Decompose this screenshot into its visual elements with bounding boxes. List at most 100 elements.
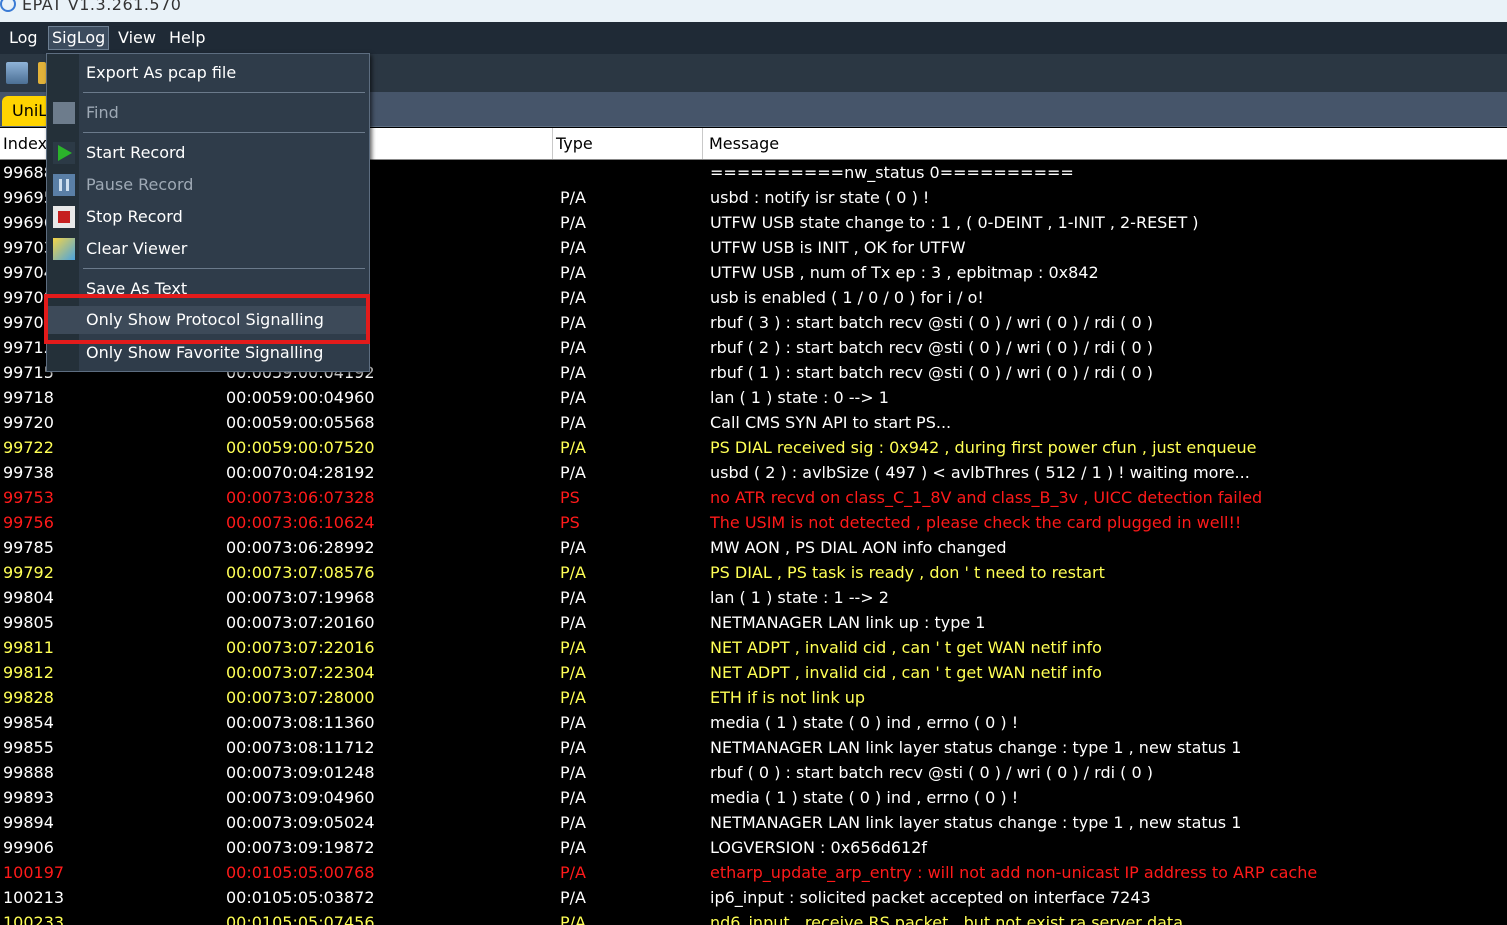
table-row[interactable]: 100233 00:0105:05:07456 P/A nd6_input , rec… <box>0 910 1507 925</box>
cell-message: UTFW USB , num of Tx ep : 3 , epbitmap :… <box>710 263 1099 282</box>
menu-item-clear-viewer[interactable]: Clear Viewer <box>47 235 369 263</box>
cell-message: NET ADPT , invalid cid , can ' t get WAN… <box>710 663 1102 682</box>
cell-type: P/A <box>560 563 586 582</box>
menu-item-export-pcap[interactable]: Export As pcap file <box>47 59 369 87</box>
cell-type: P/A <box>560 588 586 607</box>
cell-message: NETMANAGER LAN link layer status change … <box>710 738 1242 757</box>
cell-time: 00:0073:08:11360 <box>226 713 375 732</box>
menu-item-label: Clear Viewer <box>86 239 188 258</box>
table-row[interactable]: 99894 00:0073:09:05024 P/A NETMANAGER LAN l… <box>0 810 1507 835</box>
menu-view[interactable]: View <box>115 27 159 49</box>
cell-type: PS <box>560 488 580 507</box>
cell-type: P/A <box>560 438 586 457</box>
cell-message: rbuf ( 0 ) : start batch recv @sti ( 0 )… <box>710 763 1153 782</box>
menu-item-find[interactable]: Find <box>47 99 369 127</box>
cell-message: usb is enabled ( 1 / 0 / 0 ) for i / o! <box>710 288 984 307</box>
table-row[interactable]: 99828 00:0073:07:28000 P/A ETH if is not li… <box>0 685 1507 710</box>
table-row[interactable]: 99722 00:0059:00:07520 P/A PS DIAL received… <box>0 435 1507 460</box>
table-row[interactable]: 100213 00:0105:05:03872 P/A ip6_input : sol… <box>0 885 1507 910</box>
cell-message: ==========nw_status 0========== <box>710 163 1074 182</box>
cell-type: P/A <box>560 313 586 332</box>
cell-type: P/A <box>560 838 586 857</box>
table-row[interactable]: 99805 00:0073:07:20160 P/A NETMANAGER LAN l… <box>0 610 1507 635</box>
cell-time: 00:0105:05:03872 <box>226 888 375 907</box>
table-row[interactable]: 99804 00:0073:07:19968 P/A lan ( 1 ) state … <box>0 585 1507 610</box>
cell-message: no ATR recvd on class_C_1_8V and class_B… <box>710 488 1263 507</box>
play-icon <box>53 142 75 164</box>
menu-item-label: Find <box>86 103 119 122</box>
cell-index: 99722 <box>3 438 54 457</box>
table-row[interactable]: 99855 00:0073:08:11712 P/A NETMANAGER LAN l… <box>0 735 1507 760</box>
cell-type: P/A <box>560 188 586 207</box>
menu-item-label: Stop Record <box>86 207 183 226</box>
table-row[interactable]: 99756 00:0073:06:10624 PS The USIM is not d… <box>0 510 1507 535</box>
menu-siglog[interactable]: SigLog <box>48 26 110 50</box>
menu-separator <box>83 268 365 269</box>
table-row[interactable]: 99738 00:0070:04:28192 P/A usbd ( 2 ) : avl… <box>0 460 1507 485</box>
cell-time: 00:0073:07:28000 <box>226 688 375 707</box>
cell-index: 99756 <box>3 513 54 532</box>
table-row[interactable]: 99753 00:0073:06:07328 PS no ATR recvd on c… <box>0 485 1507 510</box>
cell-message: rbuf ( 1 ) : start batch recv @sti ( 0 )… <box>710 363 1153 382</box>
menu-log[interactable]: Log <box>6 27 41 49</box>
table-row[interactable]: 99906 00:0073:09:19872 P/A LOGVERSION : 0x6… <box>0 835 1507 860</box>
cell-index: 99906 <box>3 838 54 857</box>
cell-message: ETH if is not link up <box>710 688 865 707</box>
cell-message: rbuf ( 2 ) : start batch recv @sti ( 0 )… <box>710 338 1153 357</box>
table-row[interactable]: 99888 00:0073:09:01248 P/A rbuf ( 0 ) : sta… <box>0 760 1507 785</box>
menu-item-stop-record[interactable]: Stop Record <box>47 203 369 231</box>
eraser-icon <box>53 238 75 260</box>
table-row[interactable]: 99893 00:0073:09:04960 P/A media ( 1 ) stat… <box>0 785 1507 810</box>
table-row[interactable]: 99812 00:0073:07:22304 P/A NET ADPT , inval… <box>0 660 1507 685</box>
cell-type: P/A <box>560 713 586 732</box>
cell-message: lan ( 1 ) state : 1 --> 2 <box>710 588 889 607</box>
column-type[interactable]: Type <box>553 128 703 159</box>
window-title: EPAT V1.3.261.570 <box>22 0 182 14</box>
menu-item-pause-record[interactable]: Pause Record <box>47 171 369 199</box>
cell-type: P/A <box>560 688 586 707</box>
cell-index: 99893 <box>3 788 54 807</box>
cell-type: P/A <box>560 238 586 257</box>
menu-help[interactable]: Help <box>166 27 208 49</box>
cell-index: 100233 <box>3 913 65 925</box>
menu-item-start-record[interactable]: Start Record <box>47 139 369 167</box>
cell-message: UTFW USB state change to : 1 , ( 0-DEINT… <box>710 213 1199 232</box>
cell-type: P/A <box>560 763 586 782</box>
cell-index: 99738 <box>3 463 54 482</box>
cell-index: 99854 <box>3 713 54 732</box>
cell-type: P/A <box>560 263 586 282</box>
cell-type: P/A <box>560 288 586 307</box>
cell-time: 00:0073:07:08576 <box>226 563 375 582</box>
column-message[interactable]: Message <box>703 128 1507 159</box>
cell-time: 00:0073:06:07328 <box>226 488 375 507</box>
cell-type: P/A <box>560 738 586 757</box>
table-row[interactable]: 99792 00:0073:07:08576 P/A PS DIAL , PS tas… <box>0 560 1507 585</box>
cell-message: NET ADPT , invalid cid , can ' t get WAN… <box>710 638 1102 657</box>
table-row[interactable]: 99811 00:0073:07:22016 P/A NET ADPT , inval… <box>0 635 1507 660</box>
stop-icon <box>53 206 75 228</box>
cell-message: The USIM is not detected , please check … <box>710 513 1242 532</box>
table-row[interactable]: 100197 00:0105:05:00768 P/A etharp_update_a… <box>0 860 1507 885</box>
cell-type: PS <box>560 513 580 532</box>
folder-icon[interactable] <box>38 62 46 84</box>
cell-index: 99720 <box>3 413 54 432</box>
menu-item-save-as-text[interactable]: Save As Text <box>47 275 369 295</box>
cell-message: LOGVERSION : 0x656d612f <box>710 838 928 857</box>
cell-index: 99894 <box>3 813 54 832</box>
cell-message: PS DIAL , PS task is ready , don ' t nee… <box>710 563 1105 582</box>
title-bar: EPAT V1.3.261.570 <box>0 0 1507 22</box>
table-row[interactable]: 99720 00:0059:00:05568 P/A Call CMS SYN API… <box>0 410 1507 435</box>
cell-time: 00:0073:06:28992 <box>226 538 375 557</box>
cell-message: ip6_input : solicited packet accepted on… <box>710 888 1151 907</box>
highlight-box <box>44 294 370 344</box>
table-row[interactable]: 99785 00:0073:06:28992 P/A MW AON , PS DIAL… <box>0 535 1507 560</box>
cell-message: rbuf ( 3 ) : start batch recv @sti ( 0 )… <box>710 313 1153 332</box>
cell-message: etharp_update_arp_entry : will not add n… <box>710 863 1318 882</box>
cell-index: 99785 <box>3 538 54 557</box>
cell-index: 99718 <box>3 388 54 407</box>
open-folder-icon[interactable] <box>6 62 28 84</box>
table-row[interactable]: 99854 00:0073:08:11360 P/A media ( 1 ) stat… <box>0 710 1507 735</box>
cell-index: 100197 <box>3 863 65 882</box>
cell-message: usbd : notify isr state ( 0 ) ! <box>710 188 930 207</box>
table-row[interactable]: 99718 00:0059:00:04960 P/A lan ( 1 ) state … <box>0 385 1507 410</box>
